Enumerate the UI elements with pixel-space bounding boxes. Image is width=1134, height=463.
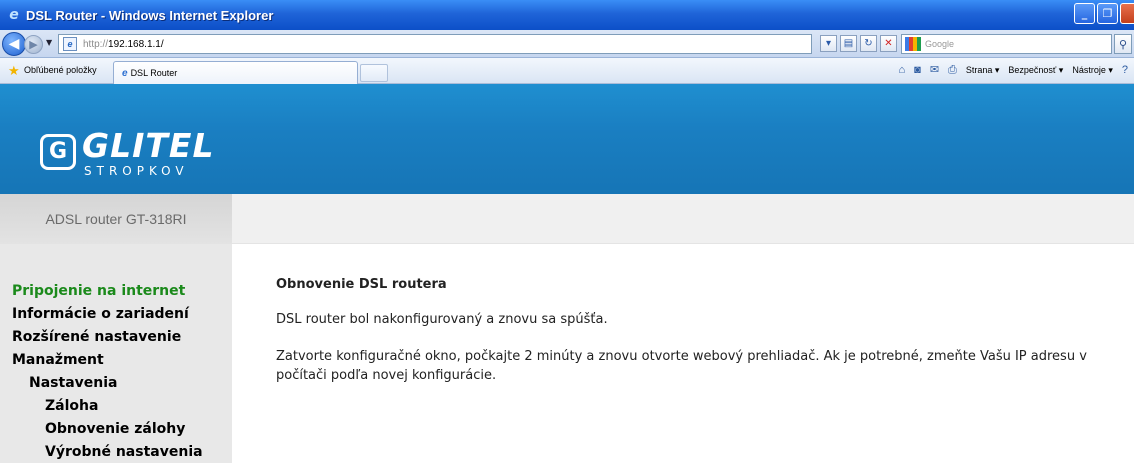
tab-label: DSL Router (130, 68, 178, 78)
mail-icon[interactable]: ✉ (930, 65, 939, 76)
help-icon[interactable]: ? (1122, 65, 1128, 76)
header-banner: G GLITEL STROPKOV (0, 84, 1134, 194)
safety-menu[interactable]: Bezpečnosť ▾ (1008, 65, 1063, 76)
search-icon[interactable]: ⚲ (1114, 34, 1132, 54)
sidebar-item-device-info[interactable]: Informácie o zariadení (12, 303, 203, 326)
search-placeholder: Google (925, 39, 955, 49)
reboot-message: DSL router bol nakonfigurovaný a znovu s… (276, 312, 608, 327)
model-label: ADSL router GT-318RI (0, 194, 232, 244)
sidebar-menu: Pripojenie na internet Informácie o zari… (12, 280, 203, 463)
web-page: G GLITEL STROPKOV ADSL router GT-318RI P… (0, 84, 1134, 463)
url-protocol: http:// (83, 38, 109, 50)
search-input[interactable]: Google (901, 34, 1112, 54)
favorites-label[interactable]: Obľúbené položky (24, 65, 97, 75)
logo-text: GLITEL (82, 126, 215, 165)
close-button[interactable] (1120, 3, 1134, 24)
sidebar-item-advanced-setup[interactable]: Rozšírené nastavenie (12, 326, 203, 349)
tools-menu[interactable]: Nástroje ▾ (1072, 65, 1113, 76)
maximize-button[interactable]: ❐ (1097, 3, 1118, 24)
sidebar-item-backup[interactable]: Záloha (12, 395, 203, 418)
main-content: Obnovenie DSL routera DSL router bol nak… (276, 277, 1106, 403)
forward-arrow-icon[interactable]: ▶ (24, 35, 43, 54)
home-icon[interactable]: ⌂ (899, 65, 906, 76)
tab-dsl-router[interactable]: e DSL Router (113, 61, 358, 84)
address-dropdown-icon[interactable]: ▾ (820, 35, 837, 52)
google-search-provider-icon (905, 37, 921, 51)
url-host: 192.168.1.1/ (108, 38, 164, 50)
model-strip: ADSL router GT-318RI (0, 194, 1134, 244)
back-arrow-icon[interactable]: ◀ (2, 32, 26, 56)
stop-icon[interactable]: ✕ (880, 35, 897, 52)
window-title: DSL Router - Windows Internet Explorer (26, 7, 274, 23)
recent-pages-dropdown-icon[interactable]: ▼ (46, 38, 52, 47)
logo-subtitle: STROPKOV (84, 164, 189, 178)
sidebar-item-management[interactable]: Manažment (12, 349, 203, 372)
address-input[interactable]: e http:// 192.168.1.1/ (58, 34, 812, 54)
minimize-button[interactable]: _ (1074, 3, 1095, 24)
sidebar: Pripojenie na internet Informácie o zari… (0, 244, 232, 463)
window-titlebar: e DSL Router - Windows Internet Explorer… (0, 0, 1134, 30)
feeds-icon[interactable]: ◙ (914, 65, 921, 76)
glitel-logo-icon: G (40, 134, 76, 170)
page-menu[interactable]: Strana ▾ (966, 65, 1000, 76)
compatibility-view-icon[interactable]: ▤ (840, 35, 857, 52)
window-controls: _ ❐ (1074, 3, 1134, 24)
sidebar-item-factory-defaults[interactable]: Výrobné nastavenia (12, 441, 203, 463)
page-title: Obnovenie DSL routera (276, 277, 447, 292)
address-toolbar: ◀ ▶ ▼ e http:// 192.168.1.1/ ▾ ▤ ↻ ✕ Goo… (0, 30, 1134, 58)
sidebar-item-settings[interactable]: Nastavenia (12, 372, 203, 395)
command-bar: ⌂ ◙ ✉ ⎙ Strana ▾ Bezpečnosť ▾ Nástroje ▾… (899, 65, 1128, 76)
new-tab-button[interactable] (360, 64, 388, 82)
address-tools: ▾ ▤ ↻ ✕ (820, 35, 897, 52)
page-icon: e (63, 37, 77, 51)
sidebar-item-internet-connection[interactable]: Pripojenie na internet (12, 280, 203, 303)
internet-explorer-icon: e (9, 7, 19, 23)
favorites-star-icon[interactable]: ★ (8, 64, 20, 77)
refresh-icon[interactable]: ↻ (860, 35, 877, 52)
instruction-message: Zatvorte konfiguračné okno, počkajte 2 m… (276, 349, 1087, 383)
tab-page-icon: e (122, 67, 128, 79)
sidebar-item-restore-backup[interactable]: Obnovenie zálohy (12, 418, 203, 441)
favorites-bar: ★ Obľúbené položky e DSL Router ⌂ ◙ ✉ ⎙ … (0, 58, 1134, 84)
print-icon[interactable]: ⎙ (948, 65, 957, 76)
